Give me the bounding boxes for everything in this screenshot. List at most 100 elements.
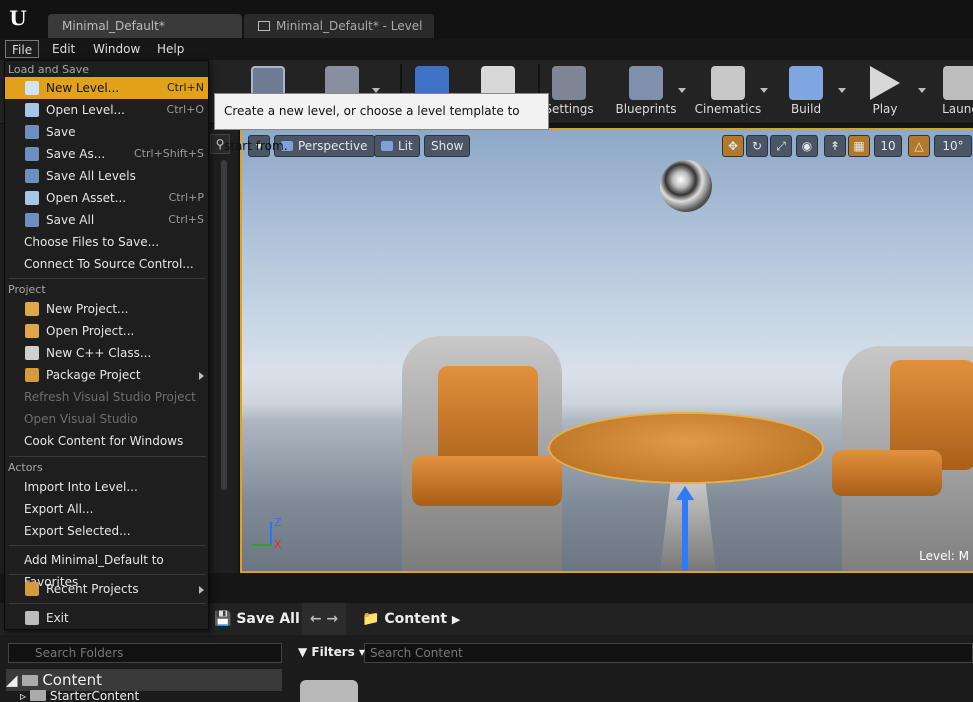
blueprints-icon: [629, 66, 663, 100]
exit-icon: [25, 611, 39, 625]
tree-label: StarterContent: [49, 689, 140, 702]
gear-icon: [552, 66, 586, 100]
translate-mode-icon[interactable]: ✥: [722, 135, 744, 157]
play-label: Play: [872, 102, 898, 116]
menu-divider: [9, 574, 206, 575]
menu-item-save-as[interactable]: Save As... Ctrl+Shift+S: [5, 143, 208, 165]
package-icon: [25, 368, 39, 382]
grid-snap-value[interactable]: 10: [874, 135, 902, 157]
panel-scrollbar[interactable]: [221, 160, 227, 490]
menu-item-connect-source[interactable]: Connect To Source Control...: [5, 253, 208, 275]
settings-button[interactable]: Settings: [544, 60, 594, 124]
save-all-button[interactable]: 💾 Save All: [214, 603, 300, 635]
path-content-button[interactable]: 📁 Content ▶: [362, 603, 460, 635]
item-label: Save All Levels: [46, 169, 136, 183]
item-label: Import Into Level...: [24, 480, 138, 494]
open-level-icon: [25, 103, 39, 117]
menu-item-recent-projects[interactable]: Recent Projects: [5, 578, 208, 600]
menu-item-add-favorites[interactable]: Add Minimal_Default to Favorites: [5, 549, 208, 589]
chair-seat: [412, 456, 562, 506]
open-project-icon: [25, 324, 39, 338]
menu-item-save-all-levels[interactable]: Save All Levels: [5, 165, 208, 187]
item-label: New C++ Class...: [46, 346, 152, 360]
axis-z-label: Z: [274, 516, 282, 529]
tab-level-b[interactable]: Minimal_Default* - Level B: [244, 14, 434, 57]
menu-divider: [9, 278, 206, 279]
section-actors: Actors: [8, 461, 43, 474]
item-label: Save All: [46, 213, 95, 227]
gamepad-icon: [943, 66, 973, 100]
menu-item-open-vs: Open Visual Studio: [5, 408, 208, 430]
gizmo-z-arrow[interactable]: [682, 498, 688, 570]
build-button[interactable]: Build: [784, 60, 846, 124]
surface-snap-icon[interactable]: ↟: [824, 135, 846, 157]
scale-mode-icon[interactable]: ⤢: [770, 135, 792, 157]
world-local-icon[interactable]: ◉: [796, 135, 818, 157]
menu-item-export-all[interactable]: Export All...: [5, 498, 208, 520]
rotate-mode-icon[interactable]: ↻: [746, 135, 768, 157]
tab-minimal-default[interactable]: Minimal_Default*: [48, 14, 242, 38]
path-label: Content: [384, 611, 448, 627]
menu-item-import-into-level[interactable]: Import Into Level...: [5, 476, 208, 498]
section-load-save: Load and Save: [8, 63, 90, 76]
menu-edit[interactable]: Edit: [46, 40, 81, 58]
blueprints-button[interactable]: Blueprints: [612, 60, 686, 124]
menu-item-open-level[interactable]: Open Level... Ctrl+O: [5, 99, 208, 121]
save-all-levels-icon: [25, 169, 39, 183]
launch-button[interactable]: Launc: [940, 60, 973, 124]
search-folders-input[interactable]: Search Folders: [8, 643, 282, 663]
rotation-snap-value[interactable]: 10°: [934, 135, 972, 157]
menu-divider: [9, 603, 206, 604]
rotation-snap-icon[interactable]: △: [908, 135, 930, 157]
menu-file[interactable]: File: [5, 40, 40, 58]
new-project-icon: [25, 302, 39, 316]
tree-item-starter-content[interactable]: ▹ StarterContent: [20, 689, 139, 702]
menu-item-cook-content[interactable]: Cook Content for Windows: [5, 430, 208, 452]
show-button[interactable]: Show: [424, 135, 471, 157]
grid-snap-icon[interactable]: ▦: [848, 135, 870, 157]
item-label: Cook Content for Windows: [24, 434, 184, 448]
menu-item-exit[interactable]: Exit: [5, 607, 208, 629]
save-all-icon: [25, 213, 39, 227]
filters-label: Filters: [311, 645, 355, 659]
level-label: Level: M: [919, 549, 969, 563]
item-label: New Level...: [46, 81, 120, 95]
item-shortcut: Ctrl+O: [166, 103, 204, 116]
item-label: Open Level...: [46, 103, 125, 117]
title-bar: U Minimal_Default* Minimal_Default* - Le…: [0, 0, 973, 57]
level-viewport[interactable]: ▾ Perspective Lit Show ✥ ↻ ⤢ ◉ ↟ ▦ 10 △ …: [240, 128, 973, 573]
book-icon: [258, 21, 270, 31]
history-nav-buttons[interactable]: ← →: [302, 603, 346, 635]
chevron-right-icon: ▶: [451, 613, 461, 626]
menu-item-new-cpp-class[interactable]: New C++ Class...: [5, 342, 208, 364]
menu-item-open-asset[interactable]: Open Asset... Ctrl+P: [5, 187, 208, 209]
play-button[interactable]: Play: [862, 60, 926, 124]
menu-item-choose-files[interactable]: Choose Files to Save...: [5, 231, 208, 253]
save-all-label: Save All: [236, 611, 300, 627]
menu-item-new-project[interactable]: New Project...: [5, 298, 208, 320]
build-icon: [789, 66, 823, 100]
cinematics-button[interactable]: Cinematics: [694, 60, 768, 124]
open-asset-icon: [25, 191, 39, 205]
search-content-input[interactable]: Search Content: [364, 643, 973, 663]
menu-item-open-project[interactable]: Open Project...: [5, 320, 208, 342]
chevron-right-icon: [199, 586, 204, 594]
clapperboard-icon: [711, 66, 745, 100]
tree-item-content[interactable]: ◢ Content: [6, 669, 282, 691]
item-label: Choose Files to Save...: [24, 235, 160, 249]
menu-item-save[interactable]: Save: [5, 121, 208, 143]
cpp-class-icon: [25, 346, 39, 360]
item-label: New Project...: [46, 302, 129, 316]
menu-item-new-level[interactable]: New Level... Ctrl+N: [5, 77, 208, 99]
menu-help[interactable]: Help: [151, 40, 190, 58]
folder-thumbnail[interactable]: [300, 680, 358, 702]
lit-button[interactable]: Lit: [374, 135, 420, 157]
menu-item-export-selected[interactable]: Export Selected...: [5, 520, 208, 542]
filters-button[interactable]: ▼ Filters ▾: [298, 645, 365, 659]
menu-window[interactable]: Window: [87, 40, 146, 58]
item-shortcut: Ctrl+P: [168, 191, 204, 204]
axis-z-line: [270, 522, 272, 546]
menu-item-package-project[interactable]: Package Project: [5, 364, 208, 386]
menu-item-save-all[interactable]: Save All Ctrl+S: [5, 209, 208, 231]
perspective-button[interactable]: Perspective: [274, 135, 375, 157]
